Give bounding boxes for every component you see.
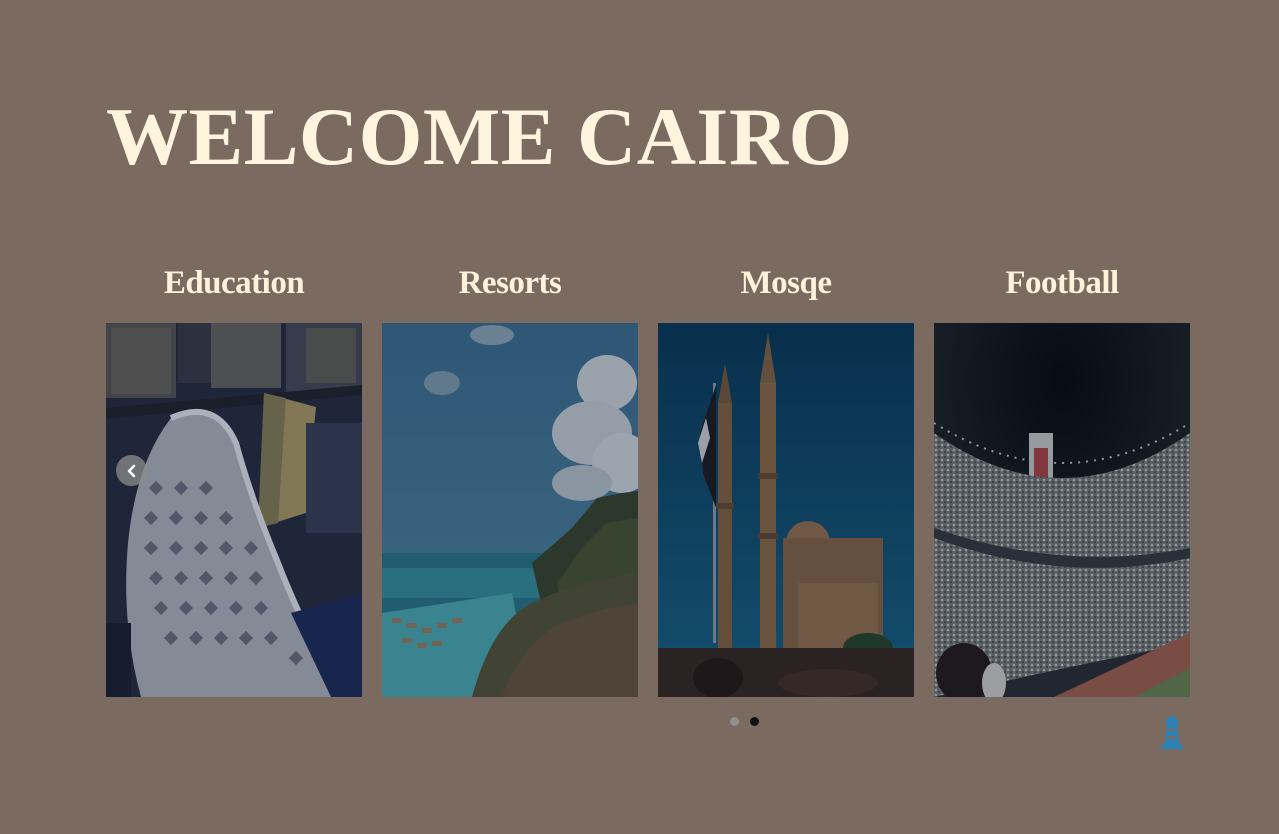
image-overlay	[382, 323, 638, 697]
lighthouse-icon	[1161, 715, 1183, 749]
page-title: WELCOME CAIRO	[106, 91, 853, 182]
carousel-card-resorts[interactable]: Resorts	[382, 262, 638, 697]
card-title: Resorts	[458, 265, 562, 301]
scroll-top-button[interactable]	[1158, 715, 1186, 751]
image-overlay	[106, 323, 362, 697]
card-title: Education	[163, 265, 305, 301]
football-image[interactable]	[934, 323, 1190, 697]
category-carousel[interactable]: Education Resorts Mosqe Football	[106, 262, 1190, 702]
mosque-image[interactable]	[658, 323, 914, 697]
pagination-dot-active[interactable]	[750, 717, 759, 726]
carousel-card-education[interactable]: Education	[106, 262, 362, 697]
carousel-card-football[interactable]: Football	[934, 262, 1190, 697]
chevron-left-icon	[127, 464, 135, 477]
carousel-prev-button[interactable]	[116, 455, 147, 486]
card-title: Mosqe	[740, 265, 833, 301]
image-overlay	[934, 323, 1190, 697]
education-image[interactable]	[106, 323, 362, 697]
image-overlay	[658, 323, 914, 697]
resorts-image[interactable]	[382, 323, 638, 697]
card-title: Football	[1005, 265, 1119, 301]
pagination-dot[interactable]	[730, 717, 739, 726]
carousel-card-mosqe[interactable]: Mosqe	[658, 262, 914, 697]
carousel-pagination	[730, 717, 759, 726]
